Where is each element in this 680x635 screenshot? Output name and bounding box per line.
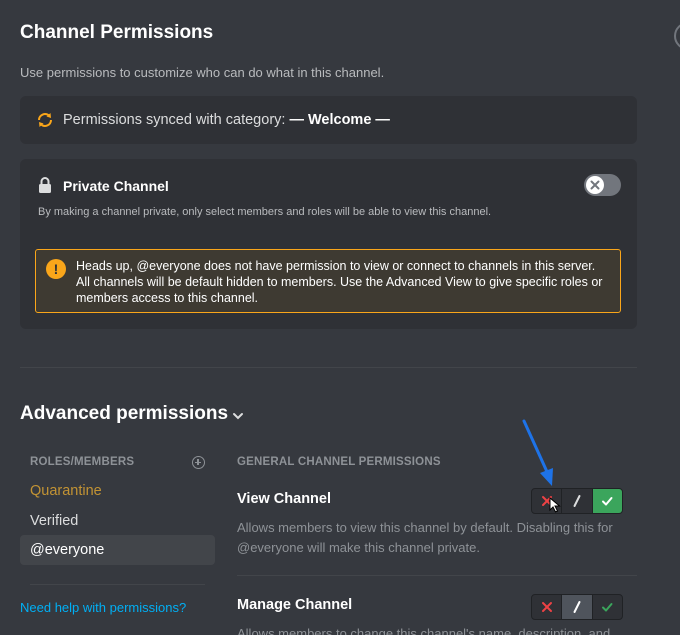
private-channel-toggle[interactable] xyxy=(584,174,621,196)
private-channel-description: By making a channel private, only select… xyxy=(38,206,492,218)
warning-notice: ! Heads up, @everyone does not have perm… xyxy=(35,249,621,313)
close-icon xyxy=(590,180,600,190)
description-line: Allows members to change this channel's … xyxy=(237,626,611,635)
channel-permissions-page: Channel Permissions Use permissions to c… xyxy=(0,0,680,635)
allow-button[interactable] xyxy=(591,489,622,513)
checkmark-icon xyxy=(602,497,613,506)
sidebar-divider xyxy=(30,584,205,585)
description-line: @everyone will make this channel private… xyxy=(237,540,480,555)
warning-icon: ! xyxy=(46,259,66,279)
role-item-everyone[interactable]: @everyone xyxy=(20,535,215,565)
role-item-quarantine[interactable]: Quarantine xyxy=(20,476,215,506)
deny-button[interactable] xyxy=(532,595,561,619)
permissions-section-header: GENERAL CHANNEL PERMISSIONS xyxy=(237,456,441,468)
roles-members-header: ROLES/MEMBERS xyxy=(30,456,135,468)
sync-status-text: Permissions synced with category: — Welc… xyxy=(63,112,390,128)
role-item-verified[interactable]: Verified xyxy=(20,506,215,536)
permission-description-view-channel: Allows members to view this channel by d… xyxy=(237,518,632,558)
help-permissions-link[interactable]: Need help with permissions? xyxy=(20,600,186,615)
permission-name-manage-channel: Manage Channel xyxy=(237,597,353,613)
section-divider xyxy=(20,367,637,368)
neutral-button[interactable] xyxy=(561,489,591,513)
sync-category: — Welcome — xyxy=(289,112,390,128)
mouse-cursor-icon xyxy=(549,497,561,513)
view-channel-permission-toggle[interactable] xyxy=(531,488,623,514)
close-icon xyxy=(541,602,552,612)
slash-icon xyxy=(573,601,581,613)
sync-icon xyxy=(38,113,52,127)
page-subtitle: Use permissions to customize who can do … xyxy=(20,65,385,80)
allow-button[interactable] xyxy=(591,595,622,619)
toggle-knob xyxy=(586,176,604,194)
description-line: Allows members to view this channel by d… xyxy=(237,520,613,535)
slash-icon xyxy=(573,495,581,507)
annotation-arrow-icon xyxy=(522,419,553,486)
private-channel-title: Private Channel xyxy=(63,178,169,194)
checkmark-icon xyxy=(602,603,613,612)
permission-description-manage-channel: Allows members to change this channel's … xyxy=(237,624,632,635)
lock-icon xyxy=(39,177,51,193)
advanced-permissions-title[interactable]: Advanced permissions xyxy=(20,403,228,425)
permission-divider xyxy=(237,575,637,576)
neutral-button[interactable] xyxy=(561,595,592,619)
chevron-down-icon[interactable] xyxy=(231,409,245,423)
close-button[interactable] xyxy=(674,22,680,50)
private-channel-card: Private Channel By making a channel priv… xyxy=(20,159,637,329)
permission-name-view-channel: View Channel xyxy=(237,491,332,507)
sync-status-card: Permissions synced with category: — Welc… xyxy=(20,96,637,144)
warning-text: Heads up, @everyone does not have permis… xyxy=(76,259,603,305)
sync-prefix: Permissions synced with category: xyxy=(63,112,286,128)
add-role-icon[interactable] xyxy=(192,456,205,469)
manage-channel-permission-toggle[interactable] xyxy=(531,594,623,620)
page-title: Channel Permissions xyxy=(20,22,214,43)
